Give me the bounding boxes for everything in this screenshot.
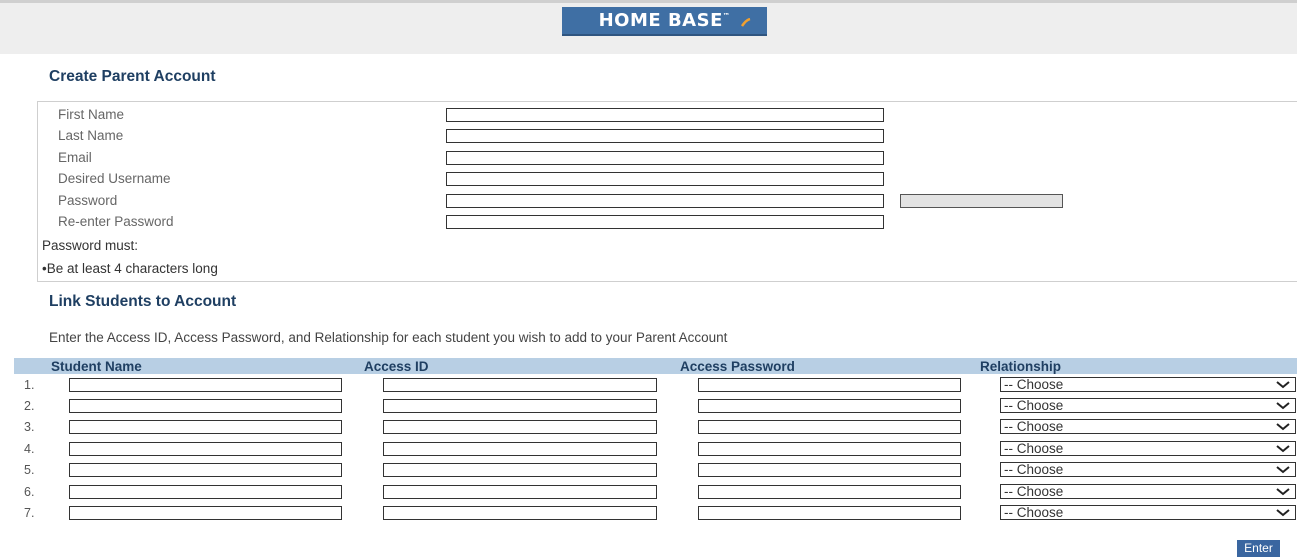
password-rule: •Be at least 4 characters long (42, 261, 218, 276)
relationship-value: -- Choose (1004, 484, 1064, 499)
last-name-input[interactable] (446, 129, 884, 143)
chevron-down-icon (1276, 488, 1290, 496)
email-input[interactable] (446, 151, 884, 165)
student-name-input[interactable] (69, 485, 342, 499)
student-name-input[interactable] (69, 399, 342, 413)
access-password-input[interactable] (698, 506, 961, 520)
student-name-input[interactable] (69, 420, 342, 434)
access-password-input[interactable] (698, 442, 961, 456)
enter-button[interactable]: Enter (1237, 540, 1280, 557)
access-password-input[interactable] (698, 463, 961, 477)
access-password-input[interactable] (698, 399, 961, 413)
access-id-input[interactable] (383, 378, 657, 392)
link-instructions: Enter the Access ID, Access Password, an… (49, 330, 728, 345)
chevron-down-icon (1276, 423, 1290, 431)
chevron-down-icon (1276, 445, 1290, 453)
relationship-value: -- Choose (1004, 441, 1064, 456)
access-id-input[interactable] (383, 420, 657, 434)
chevron-down-icon (1276, 509, 1290, 517)
chevron-down-icon (1276, 381, 1290, 389)
access-id-input[interactable] (383, 463, 657, 477)
access-id-input[interactable] (383, 485, 657, 499)
row-number: 1. (24, 378, 35, 392)
relationship-value: -- Choose (1004, 377, 1064, 392)
password-label: Password (58, 193, 118, 208)
chevron-down-icon (1276, 466, 1290, 474)
logo-text: HOME BASE (598, 10, 723, 31)
username-label: Desired Username (58, 171, 171, 186)
first-name-input[interactable] (446, 108, 884, 122)
col-header-relationship: Relationship (980, 359, 1062, 374)
relationship-select[interactable]: -- Choose (1000, 419, 1296, 434)
access-password-input[interactable] (698, 485, 961, 499)
access-id-input[interactable] (383, 442, 657, 456)
col-header-access-password: Access Password (680, 359, 795, 374)
col-header-student-name: Student Name (51, 359, 142, 374)
row-number: 4. (24, 442, 35, 456)
reenter-password-input[interactable] (446, 215, 884, 229)
col-header-access-id: Access ID (364, 359, 429, 374)
reenter-password-label: Re-enter Password (58, 214, 174, 229)
student-name-input[interactable] (69, 506, 342, 520)
access-password-input[interactable] (698, 378, 961, 392)
student-name-input[interactable] (69, 378, 342, 392)
row-number: 7. (24, 506, 35, 520)
relationship-select[interactable]: -- Choose (1000, 462, 1296, 477)
logo-trademark: ™ (722, 12, 731, 20)
relationship-select[interactable]: -- Choose (1000, 441, 1296, 456)
row-number: 2. (24, 399, 35, 413)
password-input[interactable] (446, 194, 884, 208)
relationship-value: -- Choose (1004, 505, 1064, 520)
relationship-select[interactable]: -- Choose (1000, 484, 1296, 499)
student-name-input[interactable] (69, 442, 342, 456)
logo-swoosh-icon (741, 18, 751, 27)
username-input[interactable] (446, 172, 884, 186)
password-rules-title: Password must: (42, 238, 139, 253)
relationship-value: -- Choose (1004, 398, 1064, 413)
relationship-select[interactable]: -- Choose (1000, 398, 1296, 413)
email-label: Email (58, 150, 92, 165)
section-title-create-account: Create Parent Account (49, 68, 216, 85)
home-base-logo[interactable]: HOME BASE™ (562, 7, 767, 36)
students-table-header (14, 358, 1297, 374)
section-title-link-students: Link Students to Account (49, 293, 237, 310)
access-id-input[interactable] (383, 399, 657, 413)
relationship-value: -- Choose (1004, 462, 1064, 477)
row-number: 5. (24, 463, 35, 477)
chevron-down-icon (1276, 402, 1290, 410)
row-number: 6. (24, 485, 35, 499)
access-password-input[interactable] (698, 420, 961, 434)
access-id-input[interactable] (383, 506, 657, 520)
password-strength-meter (900, 194, 1063, 208)
row-number: 3. (24, 420, 35, 434)
first-name-label: First Name (58, 107, 125, 122)
relationship-value: -- Choose (1004, 419, 1064, 434)
last-name-label: Last Name (58, 128, 124, 143)
relationship-select[interactable]: -- Choose (1000, 377, 1296, 392)
relationship-select[interactable]: -- Choose (1000, 505, 1296, 520)
student-name-input[interactable] (69, 463, 342, 477)
